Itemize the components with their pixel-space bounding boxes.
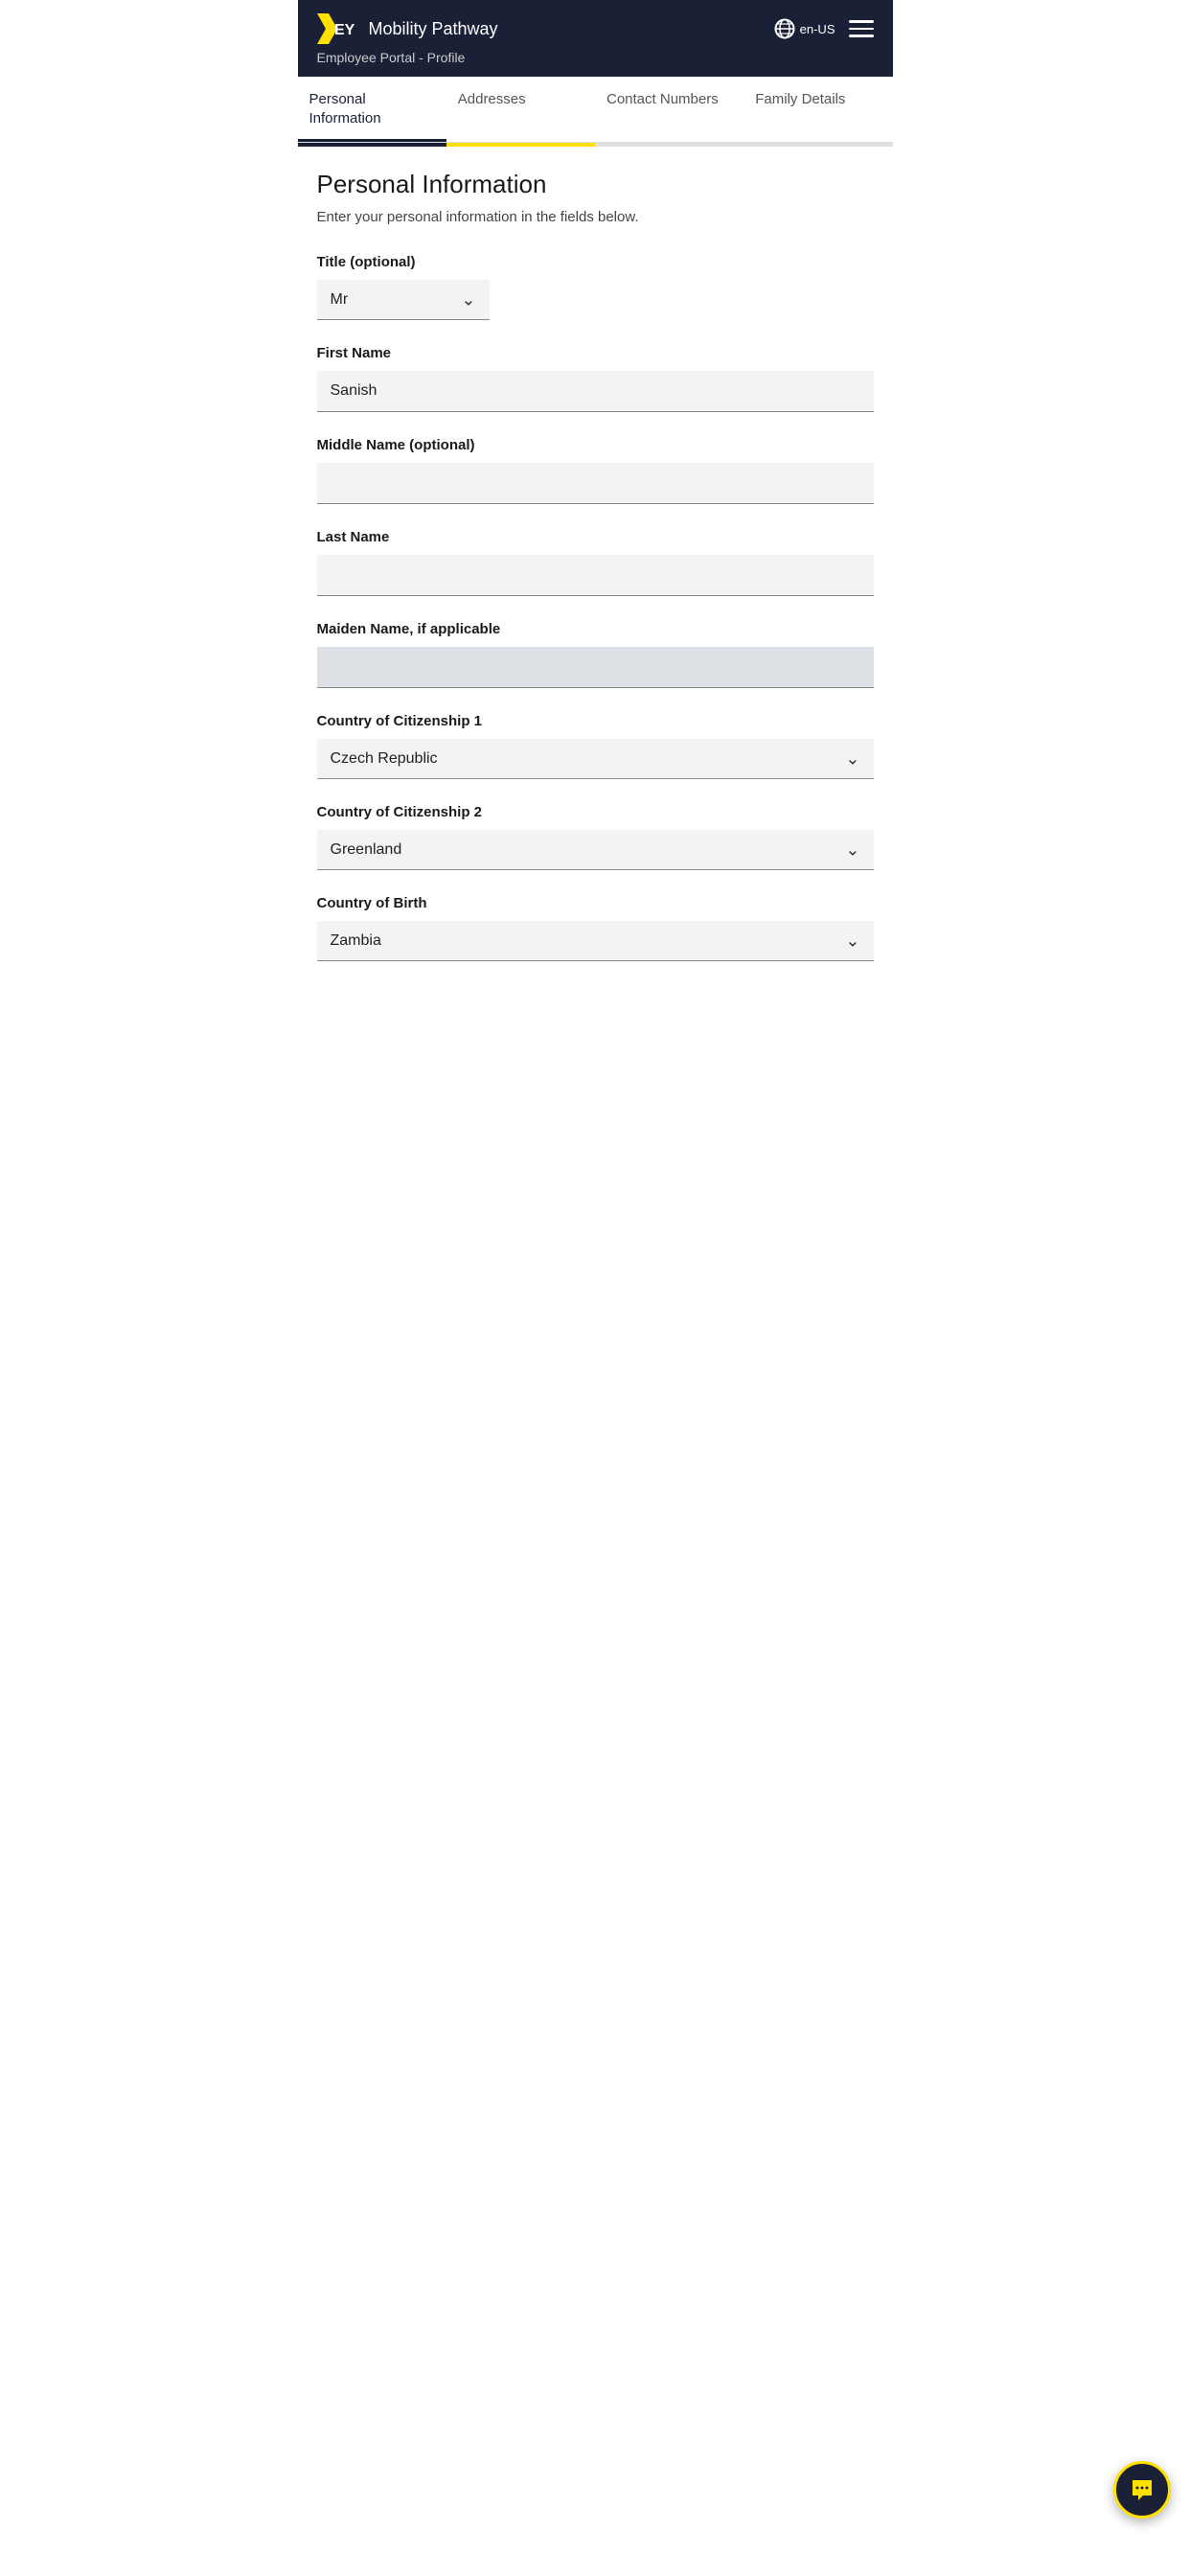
progress-segment-2 (446, 143, 595, 147)
first-name-label: First Name (317, 343, 874, 363)
citizenship2-label: Country of Citizenship 2 (317, 802, 874, 822)
subtitle: Employee Portal - Profile (317, 50, 874, 65)
last-name-input[interactable] (317, 555, 874, 596)
globe-icon (774, 18, 795, 39)
nav-tabs: Personal Information Addresses Contact N… (298, 77, 893, 143)
title-field-group: Title (optional) Mr Mrs Ms Dr Prof ⌄ (317, 252, 874, 320)
title-label: Title (optional) (317, 252, 874, 272)
app-title: Mobility Pathway (369, 19, 498, 39)
logo-area: EY Mobility Pathway (317, 13, 498, 44)
maiden-name-input[interactable] (317, 647, 874, 688)
page-subtitle: Enter your personal information in the f… (317, 209, 874, 225)
chat-icon (1129, 2476, 1156, 2503)
citizenship2-select[interactable]: Greenland United Kingdom Canada (317, 830, 874, 870)
header-right: en-US (774, 18, 874, 39)
birth-country-field-group: Country of Birth Zambia Zimbabwe South A… (317, 893, 874, 961)
hamburger-menu[interactable] (849, 20, 874, 37)
citizenship1-label: Country of Citizenship 1 (317, 711, 874, 731)
middle-name-label: Middle Name (optional) (317, 435, 874, 455)
ey-logo: EY (317, 13, 357, 44)
tab-addresses[interactable]: Addresses (446, 77, 595, 142)
app-header: EY Mobility Pathway en-US Emplo (298, 0, 893, 77)
language-selector[interactable]: en-US (774, 18, 835, 39)
citizenship2-field-group: Country of Citizenship 2 Greenland Unite… (317, 802, 874, 870)
birth-country-label: Country of Birth (317, 893, 874, 913)
first-name-input[interactable] (317, 371, 874, 412)
citizenship1-select[interactable]: Czech Republic United States Germany Fra… (317, 739, 874, 779)
progress-segment-1 (298, 143, 446, 147)
middle-name-input[interactable] (317, 463, 874, 504)
language-label: en-US (800, 22, 835, 36)
last-name-field-group: Last Name (317, 527, 874, 596)
middle-name-field-group: Middle Name (optional) (317, 435, 874, 504)
maiden-name-field-group: Maiden Name, if applicable (317, 619, 874, 688)
tab-personal-information[interactable]: Personal Information (298, 77, 446, 142)
progress-bar (298, 143, 893, 147)
first-name-field-group: First Name (317, 343, 874, 412)
page-title: Personal Information (317, 170, 874, 199)
last-name-label: Last Name (317, 527, 874, 547)
title-select[interactable]: Mr Mrs Ms Dr Prof (317, 280, 490, 320)
progress-segment-3 (595, 143, 744, 147)
page-content: Personal Information Enter your personal… (298, 147, 893, 1007)
citizenship1-select-wrapper: Czech Republic United States Germany Fra… (317, 739, 874, 779)
citizenship1-field-group: Country of Citizenship 1 Czech Republic … (317, 711, 874, 779)
chat-button[interactable] (1113, 2461, 1171, 2518)
birth-country-select[interactable]: Zambia Zimbabwe South Africa (317, 921, 874, 961)
citizenship2-select-wrapper: Greenland United Kingdom Canada ⌄ (317, 830, 874, 870)
maiden-name-label: Maiden Name, if applicable (317, 619, 874, 639)
title-select-wrapper: Mr Mrs Ms Dr Prof ⌄ (317, 280, 490, 320)
tab-contact-numbers[interactable]: Contact Numbers (595, 77, 744, 142)
birth-country-select-wrapper: Zambia Zimbabwe South Africa ⌄ (317, 921, 874, 961)
tab-family-details[interactable]: Family Details (744, 77, 892, 142)
svg-text:EY: EY (334, 22, 355, 38)
progress-segment-4 (744, 143, 892, 147)
